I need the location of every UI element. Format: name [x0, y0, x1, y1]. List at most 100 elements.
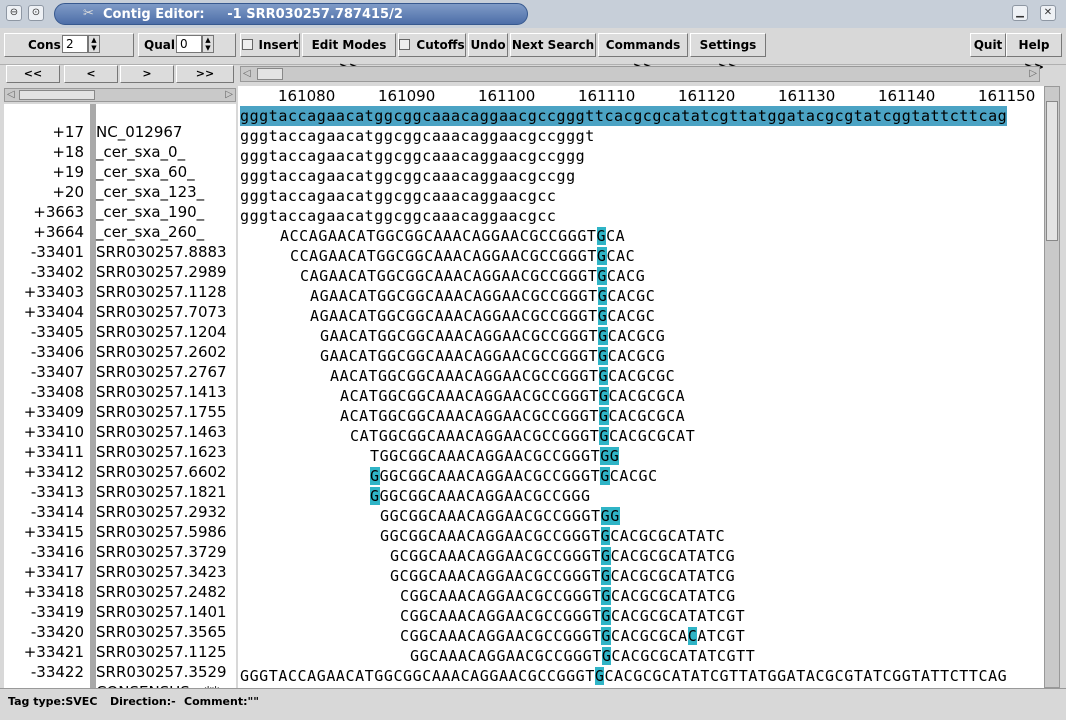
read-sequence[interactable]: gggtaccagaacatggcggcaaacaggaacgcc: [240, 186, 557, 206]
settings-button[interactable]: Settings >>: [690, 33, 766, 74]
read-sequence[interactable]: gggtaccagaacatggcggcaaacaggaacgccgggt: [240, 126, 595, 146]
read-number[interactable]: +33404: [4, 302, 84, 322]
cons-input[interactable]: 2: [62, 35, 88, 53]
read-name[interactable]: SRR030257.2602: [96, 342, 227, 362]
insert-toggle[interactable]: Insert: [240, 33, 300, 57]
read-name[interactable]: _cer_sxa_123_: [96, 182, 204, 202]
names-scrollbar[interactable]: ◁ ▷: [4, 88, 236, 102]
names-scroll-thumb[interactable]: [19, 90, 95, 100]
minimize-icon[interactable]: ▁: [1012, 5, 1028, 21]
read-name[interactable]: SRR030257.3529: [96, 662, 227, 682]
names-scroll-left-icon[interactable]: ◁: [7, 89, 15, 100]
read-number[interactable]: -33408: [4, 382, 84, 402]
read-name[interactable]: SRR030257.1128: [96, 282, 227, 302]
read-sequence[interactable]: GAACATGGCGGCAAACAGGAACGCCGGGTGCACGCG: [320, 346, 665, 366]
read-sequence[interactable]: CAGAACATGGCGGCAAACAGGAACGCCGGGTGCACG: [300, 266, 645, 286]
vertical-scroll-thumb[interactable]: [1046, 101, 1058, 241]
read-name[interactable]: SRR030257.8883: [96, 242, 227, 262]
quit-button[interactable]: Quit: [970, 33, 1006, 57]
read-number[interactable]: -33407: [4, 362, 84, 382]
read-number[interactable]: +33403: [4, 282, 84, 302]
read-name[interactable]: SRR030257.1204: [96, 322, 227, 342]
horizontal-scroll-thumb[interactable]: [257, 68, 283, 80]
read-name[interactable]: SRR030257.2767: [96, 362, 227, 382]
cons-stepper[interactable]: ▲ ▼: [88, 35, 100, 53]
read-sequence[interactable]: CATGGCGGCAAACAGGAACGCCGGGTGCACGCGCAT: [350, 426, 695, 446]
prev-button[interactable]: <: [64, 65, 118, 83]
edit-modes-button[interactable]: Edit Modes >>: [302, 33, 396, 74]
cutoffs-checkbox[interactable]: [399, 39, 411, 50]
read-sequence[interactable]: GGCGGCAAACAGGAACGCCGGGTGG: [380, 506, 620, 526]
cutoffs-toggle[interactable]: Cutoffs: [398, 33, 466, 57]
read-name[interactable]: NC_012967: [96, 122, 182, 142]
read-number[interactable]: +33418: [4, 582, 84, 602]
read-name[interactable]: SRR030257.1125: [96, 642, 227, 662]
read-sequence[interactable]: gggtaccagaacatggcggcaaacaggaacgcc: [240, 206, 557, 226]
read-sequence[interactable]: AACATGGCGGCAAACAGGAACGCCGGGTGCACGCGC: [330, 366, 675, 386]
read-sequence[interactable]: CGGCAAACAGGAACGCCGGGTGCACGCGCATATCGT: [400, 606, 745, 626]
read-sequence[interactable]: CGGCAAACAGGAACGCCGGGTGCACGCGCATATCG: [400, 586, 736, 606]
qual-stepper[interactable]: ▲ ▼: [202, 35, 214, 53]
sequence-area[interactable]: 161080 161090 161100 161110 161120 161130 1611…: [238, 86, 1044, 688]
read-number[interactable]: +33411: [4, 442, 84, 462]
read-name[interactable]: _cer_sxa_190_: [96, 202, 204, 222]
read-name[interactable]: _cer_sxa_60_: [96, 162, 195, 182]
read-sequence[interactable]: gggtaccagaacatggcggcaaacaggaacgccgg: [240, 166, 576, 186]
read-name[interactable]: SRR030257.1623: [96, 442, 227, 462]
read-number[interactable]: -33419: [4, 602, 84, 622]
read-sequence[interactable]: GGGCGGCAAACAGGAACGCCGGG: [370, 486, 591, 506]
read-number[interactable]: +3663: [4, 202, 84, 222]
scroll-left-icon[interactable]: ◁: [243, 68, 251, 79]
read-number[interactable]: -33416: [4, 542, 84, 562]
read-number[interactable]: +33410: [4, 422, 84, 442]
help-button[interactable]: Help >>: [1006, 33, 1062, 74]
read-name[interactable]: SRR030257.2989: [96, 262, 227, 282]
first-button[interactable]: <<: [6, 65, 60, 83]
read-name[interactable]: SRR030257.1401: [96, 602, 227, 622]
read-sequence[interactable]: ACATGGCGGCAAACAGGAACGCCGGGTGCACGCGCA: [340, 406, 685, 426]
read-sequence[interactable]: AGAACATGGCGGCAAACAGGAACGCCGGGTGCACGC: [310, 306, 655, 326]
read-sequence[interactable]: GCGGCAAACAGGAACGCCGGGTGCACGCGCATATCG: [390, 566, 735, 586]
read-name[interactable]: SRR030257.3729: [96, 542, 227, 562]
read-number[interactable]: +20: [4, 182, 84, 202]
read-number[interactable]: +33415: [4, 522, 84, 542]
read-number[interactable]: -33401: [4, 242, 84, 262]
reference-sequence[interactable]: gggtaccagaacatggcggcaaacaggaacgccgggttca…: [240, 106, 1008, 126]
read-name[interactable]: SRR030257.3423: [96, 562, 227, 582]
insert-checkbox[interactable]: [241, 39, 253, 50]
read-name[interactable]: SRR030257.1413: [96, 382, 227, 402]
undo-button[interactable]: Undo: [468, 33, 508, 57]
read-number[interactable]: +3664: [4, 222, 84, 242]
read-name[interactable]: SRR030257.5986: [96, 522, 227, 542]
read-name[interactable]: SRR030257.1821: [96, 482, 227, 502]
read-sequence[interactable]: GGCGGCAAACAGGAACGCCGGGTGCACGCGCATATC: [380, 526, 725, 546]
read-sequence[interactable]: ACATGGCGGCAAACAGGAACGCCGGGTGCACGCGCA: [340, 386, 685, 406]
window-menu-icon[interactable]: ⊖: [6, 5, 22, 21]
read-number[interactable]: -33402: [4, 262, 84, 282]
read-number[interactable]: +17: [4, 122, 84, 142]
read-number[interactable]: -33413: [4, 482, 84, 502]
read-sequence[interactable]: CCAGAACATGGCGGCAAACAGGAACGCCGGGTGCAC: [290, 246, 635, 266]
read-number[interactable]: +18: [4, 142, 84, 162]
read-number[interactable]: +33409: [4, 402, 84, 422]
read-name[interactable]: SRR030257.1463: [96, 422, 227, 442]
names-scroll-right-icon[interactable]: ▷: [225, 89, 233, 100]
read-name[interactable]: SRR030257.3565: [96, 622, 227, 642]
last-button[interactable]: >>: [176, 65, 234, 83]
read-sequence[interactable]: ACCAGAACATGGCGGCAAACAGGAACGCCGGGTGCA: [280, 226, 625, 246]
read-number[interactable]: +19: [4, 162, 84, 182]
scroll-right-icon[interactable]: ▷: [1029, 68, 1037, 79]
read-name[interactable]: SRR030257.7073: [96, 302, 227, 322]
next-button[interactable]: >: [120, 65, 174, 83]
read-number[interactable]: +33421: [4, 642, 84, 662]
read-name[interactable]: _cer_sxa_260_: [96, 222, 204, 242]
read-sequence[interactable]: gggtaccagaacatggcggcaaacaggaacgccggg: [240, 146, 585, 166]
vertical-scrollbar[interactable]: [1044, 86, 1060, 688]
read-sequence[interactable]: GGGCGGCAAACAGGAACGCCGGGTGCACGC: [370, 466, 658, 486]
next-search-button[interactable]: Next Search: [510, 33, 596, 57]
read-number[interactable]: -33406: [4, 342, 84, 362]
read-number[interactable]: +33412: [4, 462, 84, 482]
read-number[interactable]: -33414: [4, 502, 84, 522]
read-sequence[interactable]: AGAACATGGCGGCAAACAGGAACGCCGGGTGCACGC: [310, 286, 655, 306]
read-sequence[interactable]: GAACATGGCGGCAAACAGGAACGCCGGGTGCACGCG: [320, 326, 665, 346]
